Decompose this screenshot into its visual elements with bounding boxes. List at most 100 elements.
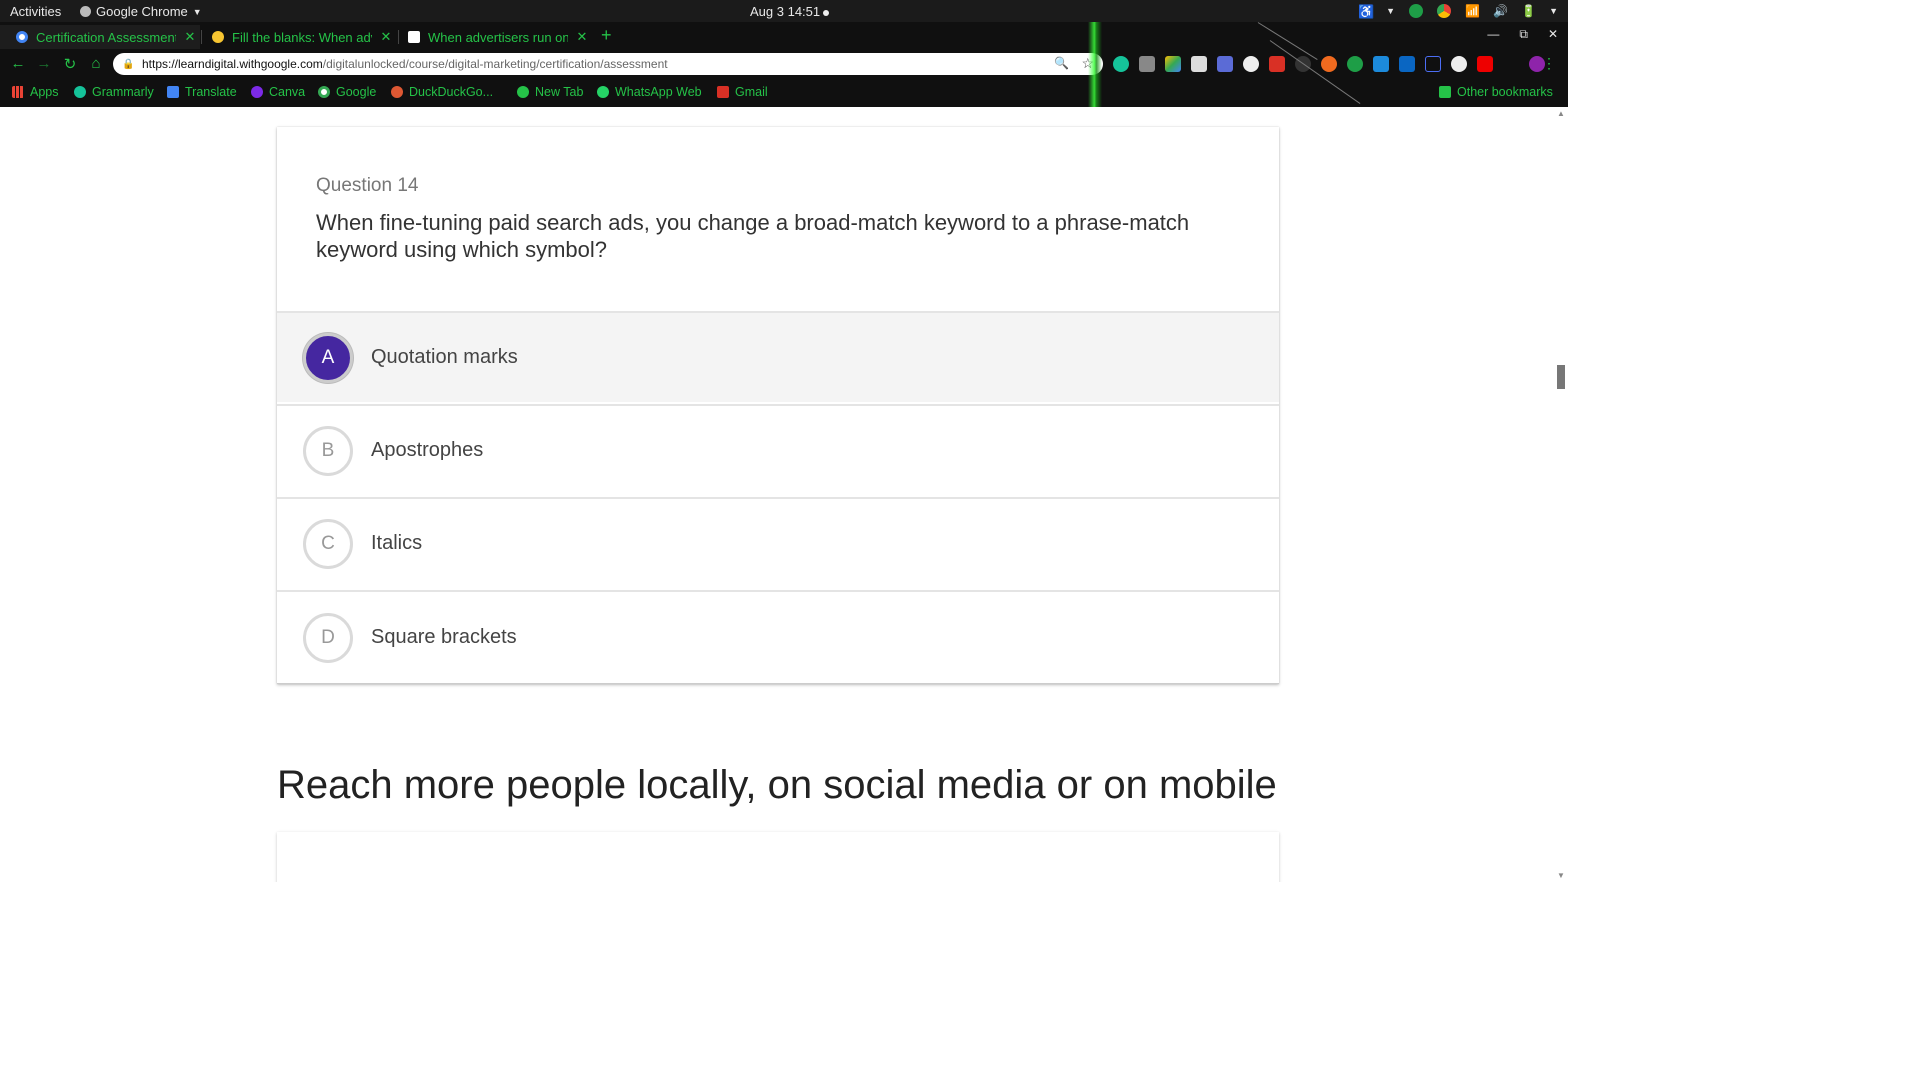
bulb-icon xyxy=(212,31,224,43)
option-letter-badge: D xyxy=(303,612,353,663)
linkedin-extension-icon[interactable] xyxy=(1399,56,1415,72)
bookmark-duckduckgo[interactable]: DuckDuckGo... xyxy=(391,85,493,99)
tab-title: Fill the blanks: When adv xyxy=(232,29,372,45)
question-card: Question 14 When fine-tuning paid search… xyxy=(277,127,1279,684)
option-text: Square brackets xyxy=(371,626,517,648)
option-text: Quotation marks xyxy=(371,346,518,368)
bookmark-label: DuckDuckGo... xyxy=(409,85,494,99)
question-text: When fine-tuning paid search ads, you ch… xyxy=(316,210,1190,262)
zoom-icon[interactable]: 🔍 xyxy=(1054,56,1069,70)
gmail-icon xyxy=(717,86,729,98)
battery-icon: 🔋 xyxy=(1521,4,1537,18)
bookmark-whatsapp[interactable]: WhatsApp Web xyxy=(597,85,702,99)
other-bookmarks-label: Other bookmarks xyxy=(1457,85,1553,99)
green-dot-extension-icon[interactable] xyxy=(1347,56,1363,72)
page-scrollbar[interactable]: ▲ ▼ xyxy=(1554,107,1568,882)
orange-extension-icon[interactable] xyxy=(1321,56,1337,72)
calendar-extension-icon[interactable] xyxy=(1217,56,1233,72)
url-text: https://learndigital.withgoogle.com/digi… xyxy=(142,57,668,71)
grammarly-extension-icon[interactable] xyxy=(1113,56,1129,72)
recording-dot-icon xyxy=(823,9,830,16)
youtube-extension-icon[interactable] xyxy=(1477,56,1493,72)
reload-icon[interactable]: ↻ xyxy=(62,55,78,73)
back-arrow-icon[interactable]: ← xyxy=(10,55,26,72)
brainly-icon xyxy=(408,31,420,43)
restore-icon[interactable]: ⧉ xyxy=(1519,27,1528,42)
speed-extension-icon[interactable] xyxy=(1243,56,1259,72)
system-tray[interactable]: ♿ ▼ 📶 🔊 🔋 ▼ xyxy=(1358,2,1558,20)
clock-text: Aug 3 14:51 xyxy=(750,4,821,19)
minimize-icon[interactable]: — xyxy=(1487,27,1499,42)
grammarly-icon xyxy=(74,86,86,98)
section-heading: Reach more people locally, on social med… xyxy=(277,763,1277,807)
option-letter-badge: A xyxy=(303,332,353,383)
theme-glow-decoration xyxy=(1088,22,1102,107)
bookmark-translate[interactable]: Translate xyxy=(167,85,237,99)
mail-extension-icon[interactable] xyxy=(1191,56,1207,72)
wifi-icon: 📶 xyxy=(1465,4,1481,18)
bookmark-label: Canva xyxy=(269,85,306,99)
chrome-menu-icon[interactable]: ⋮ xyxy=(1542,55,1556,72)
forward-arrow-icon[interactable]: → xyxy=(36,55,52,72)
home-icon[interactable]: ⌂ xyxy=(88,55,104,72)
page-content: Question 14 When fine-tuning paid search… xyxy=(0,107,1568,882)
bookmark-grammarly[interactable]: Grammarly xyxy=(74,85,154,99)
tab-when-advertisers[interactable]: When advertisers run onl ✕ xyxy=(392,25,592,49)
activities-button[interactable]: Activities xyxy=(10,4,61,19)
next-question-card xyxy=(277,832,1279,882)
globe-icon xyxy=(517,86,529,98)
accessibility-icon[interactable]: ♿ xyxy=(1358,4,1374,19)
scrollbar-thumb[interactable] xyxy=(1557,365,1565,389)
close-icon[interactable]: ✕ xyxy=(184,29,196,45)
answer-option-b[interactable]: B Apostrophes xyxy=(277,404,1279,495)
system-top-bar: Activities Google Chrome ▼ Aug 3 14:51 ♿… xyxy=(0,0,1568,22)
browser-toolbar: ← → ↻ ⌂ 🔒 https://learndigital.withgoogl… xyxy=(0,49,1568,79)
bookmark-gmail[interactable]: Gmail xyxy=(717,85,768,99)
chevron-down-icon: ▼ xyxy=(192,6,202,17)
triangle-extension-icon[interactable] xyxy=(1425,56,1441,72)
bookmark-canva[interactable]: Canva xyxy=(251,85,305,99)
option-letter-badge: B xyxy=(303,425,353,476)
s-extension-icon[interactable] xyxy=(1373,56,1389,72)
whatsapp-icon xyxy=(597,86,609,98)
other-bookmarks[interactable]: Other bookmarks xyxy=(1439,85,1553,99)
app-name: Google Chrome xyxy=(96,4,188,19)
answer-option-a[interactable]: A Quotation marks xyxy=(277,311,1279,402)
google-icon xyxy=(16,31,28,43)
bookmark-label: Gmail xyxy=(735,85,768,99)
extensions-bar xyxy=(1113,56,1545,72)
hangouts-icon[interactable] xyxy=(1409,4,1424,18)
answer-option-c[interactable]: C Italics xyxy=(277,497,1279,588)
bookmark-new-tab[interactable]: New Tab xyxy=(517,85,583,99)
address-bar[interactable]: 🔒 https://learndigital.withgoogle.com/di… xyxy=(113,53,1103,75)
option-text: Italics xyxy=(371,532,423,554)
chrome-tray-icon[interactable] xyxy=(1437,4,1452,18)
answer-option-d[interactable]: D Square brackets xyxy=(277,590,1279,684)
bookmark-label: Grammarly xyxy=(92,85,154,99)
tab-fill-the-blanks[interactable]: Fill the blanks: When adv ✕ xyxy=(196,25,396,49)
close-icon[interactable]: ✕ xyxy=(576,29,588,45)
gmail-extension-icon[interactable] xyxy=(1269,56,1285,72)
window-controls: — ⧉ ✕ xyxy=(1487,27,1558,42)
clock[interactable]: Aug 3 14:51 xyxy=(750,4,830,19)
drive-extension-icon[interactable] xyxy=(1165,56,1181,72)
puzzle-extension-icon[interactable] xyxy=(1503,56,1519,72)
scroll-up-arrow-icon[interactable]: ▲ xyxy=(1557,109,1565,118)
url-host: https://learndigital.withgoogle.com xyxy=(142,57,323,71)
tab-title: Certification Assessment xyxy=(36,29,176,45)
tab-certification-assessment[interactable]: Certification Assessment ✕ xyxy=(0,25,200,49)
question-number: Question 14 xyxy=(316,175,419,196)
scroll-down-arrow-icon[interactable]: ▼ xyxy=(1557,871,1565,880)
canva-icon xyxy=(251,86,263,98)
keep-extension-icon[interactable] xyxy=(1139,56,1155,72)
bookmark-label: Apps xyxy=(30,85,59,99)
app-menu[interactable]: Google Chrome ▼ xyxy=(80,4,202,19)
close-icon[interactable]: ✕ xyxy=(380,29,392,45)
bookmark-google[interactable]: Google xyxy=(318,85,376,99)
bookmark-apps[interactable]: Apps xyxy=(12,85,59,99)
url-path: /digitalunlocked/course/digital-marketin… xyxy=(322,57,668,71)
bookmark-label: WhatsApp Web xyxy=(615,85,702,99)
new-tab-button[interactable]: + xyxy=(601,26,612,44)
clock-extension-icon[interactable] xyxy=(1451,56,1467,72)
close-window-icon[interactable]: ✕ xyxy=(1548,27,1558,42)
